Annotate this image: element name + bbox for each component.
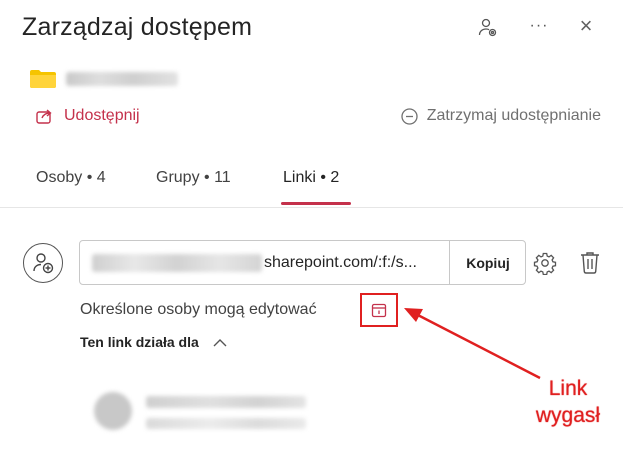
copy-button[interactable]: Kopiuj xyxy=(449,240,526,285)
person-email-redacted xyxy=(146,418,306,429)
stop-sharing-button[interactable]: Zatrzymaj udostępnianie xyxy=(401,107,601,125)
works-for-label: Ten link działa dla xyxy=(80,334,199,350)
close-icon[interactable]: × xyxy=(574,13,598,38)
share-button[interactable]: Udostępnij xyxy=(36,107,140,125)
people-settings-icon[interactable] xyxy=(476,16,500,40)
link-permission-text[interactable]: Określone osoby mogą edytować xyxy=(80,301,317,319)
link-url-text: sharepoint.com/:f:/s... xyxy=(264,253,417,271)
item-name-redacted xyxy=(66,72,178,86)
stop-icon xyxy=(401,107,418,125)
expiration-calendar-button[interactable] xyxy=(360,293,398,327)
settings-icon[interactable] xyxy=(533,251,557,275)
person-name-redacted xyxy=(146,396,306,408)
chevron-up-icon xyxy=(213,338,227,346)
more-icon[interactable]: ··· xyxy=(527,14,551,38)
active-tab-indicator xyxy=(281,202,351,205)
annotation-line2: wygasł xyxy=(535,404,601,427)
link-works-for-toggle[interactable]: Ten link działa dla xyxy=(80,334,227,350)
stop-sharing-label: Zatrzymaj udostępnianie xyxy=(426,107,601,124)
add-person-button[interactable] xyxy=(23,243,63,283)
annotation-line1: Link xyxy=(548,377,588,400)
page-title: Zarządzaj dostępem xyxy=(22,13,253,41)
link-url-redacted xyxy=(92,253,262,272)
annotation-link-expired: Link wygasł xyxy=(518,375,618,429)
tab-osoby[interactable]: Osoby • 4 xyxy=(36,169,106,209)
share-icon xyxy=(36,109,52,124)
add-person-icon xyxy=(33,253,54,274)
tab-grupy[interactable]: Grupy • 11 xyxy=(156,169,231,209)
divider xyxy=(0,207,623,208)
calendar-icon xyxy=(371,303,387,318)
trash-icon[interactable] xyxy=(579,250,601,274)
folder-icon xyxy=(30,70,56,88)
share-label: Udostępnij xyxy=(64,107,140,124)
person-avatar-redacted xyxy=(94,392,132,430)
